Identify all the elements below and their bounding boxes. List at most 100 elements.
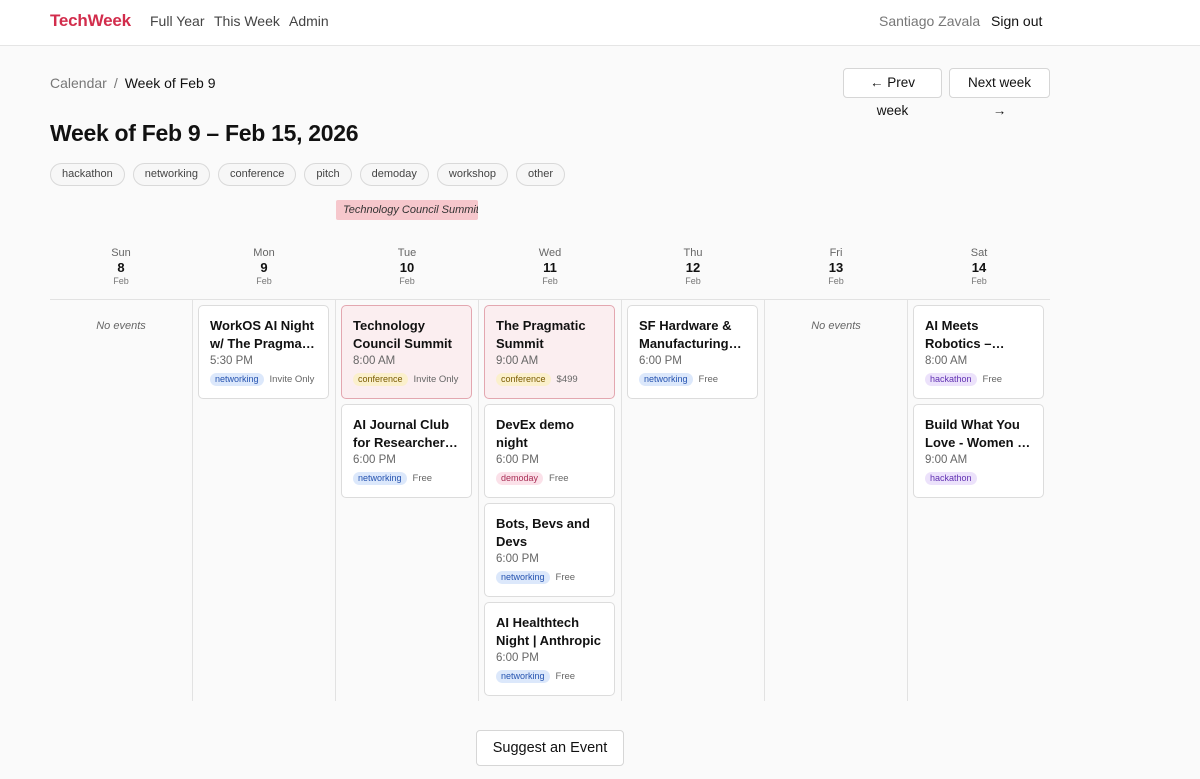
- event-meta: networking Invite Only: [210, 373, 317, 386]
- filter-chip-demoday[interactable]: demoday: [359, 163, 429, 186]
- event-time: 6:00 PM: [496, 454, 539, 466]
- day-header-sat: Sat 14 Feb: [908, 247, 1050, 286]
- event-meta: networking Free: [496, 670, 603, 683]
- event-title: DevEx demo night: [496, 417, 575, 450]
- day-number: 13: [828, 260, 844, 275]
- filter-chip-workshop[interactable]: workshop: [436, 163, 508, 186]
- day-of-week: Mon: [253, 247, 275, 259]
- nav-full-year[interactable]: Full Year: [150, 13, 204, 29]
- event-tag: conference: [496, 373, 551, 386]
- event-tag: hackathon: [925, 373, 977, 386]
- suggest-event-button[interactable]: Suggest an Event: [476, 730, 624, 766]
- event-tag: networking: [210, 373, 264, 386]
- filter-chip-other[interactable]: other: [516, 163, 566, 186]
- next-week-button[interactable]: Next week →: [949, 68, 1050, 118]
- event-tag: demoday: [496, 472, 544, 485]
- event-time: 5:30 PM: [210, 355, 253, 367]
- breadcrumb: Calendar / Week of Feb 9: [50, 75, 216, 91]
- day-number: 14: [971, 260, 987, 275]
- event-card[interactable]: AI Healthtech Night | Anthropic 6:00 PM …: [484, 602, 615, 696]
- event-meta: networking Free: [496, 571, 603, 584]
- event-time: 9:00 AM: [925, 454, 968, 466]
- filter-chip-hackathon[interactable]: hackathon: [50, 163, 125, 186]
- day-header-sun: Sun 8 Feb: [50, 247, 192, 286]
- column-divider: [335, 300, 336, 701]
- event-time: 8:00 AM: [925, 355, 968, 367]
- event-card[interactable]: AI Meets Robotics – Launch & Fund 8:00 A…: [913, 305, 1044, 399]
- event-time: 8:00 AM: [353, 355, 396, 367]
- day-header-wed: Wed 11 Feb: [479, 247, 621, 286]
- event-tag: networking: [496, 571, 550, 584]
- day-header-tue: Tue 10 Feb: [336, 247, 478, 286]
- breadcrumb-calendar[interactable]: Calendar: [50, 75, 107, 91]
- event-card[interactable]: DevEx demo night 6:00 PM demoday Free: [484, 404, 615, 498]
- page-title: Week of Feb 9 – Feb 15, 2026: [50, 120, 359, 146]
- day-header-fri: Fri 13 Feb: [765, 247, 907, 286]
- event-time: 6:00 PM: [496, 652, 539, 664]
- column-divider: [621, 300, 622, 701]
- event-title: Bots, Bevs and Devs: [496, 516, 590, 549]
- day-month: Feb: [113, 276, 129, 286]
- event-price: $499: [556, 374, 578, 385]
- event-time: 6:00 PM: [353, 454, 396, 466]
- event-meta: networking Free: [353, 472, 460, 485]
- filter-chip-pitch[interactable]: pitch: [304, 163, 352, 186]
- event-price: Free: [982, 374, 1003, 385]
- event-price: Free: [555, 671, 576, 682]
- event-card[interactable]: WorkOS AI Night w/ The Pragmatic Enginee…: [198, 305, 329, 399]
- event-title: Technology Council Summit: [353, 318, 452, 351]
- event-price: Invite Only: [413, 374, 459, 385]
- event-card-highlighted[interactable]: Technology Council Summit 8:00 AM confer…: [341, 305, 472, 399]
- event-card-highlighted[interactable]: The Pragmatic Summit 9:00 AM conference …: [484, 305, 615, 399]
- brand-logo[interactable]: TechWeek: [50, 11, 131, 31]
- day-month: Feb: [971, 276, 987, 286]
- breadcrumb-separator: /: [113, 75, 118, 91]
- event-title: WorkOS AI Night w/ The Pragmatic Enginee…: [210, 318, 317, 351]
- day-month: Feb: [542, 276, 558, 286]
- event-card[interactable]: AI Journal Club for Researchers & Engine…: [341, 404, 472, 498]
- day-of-week: Sat: [970, 247, 988, 259]
- day-header-mon: Mon 9 Feb: [193, 247, 335, 286]
- event-price: Invite Only: [269, 374, 315, 385]
- day-of-week: Wed: [538, 247, 562, 259]
- event-meta: conference $499: [496, 373, 603, 386]
- day-month: Feb: [685, 276, 701, 286]
- event-card[interactable]: SF Hardware & Manufacturing Meetup 6:00 …: [627, 305, 758, 399]
- day-header-thu: Thu 12 Feb: [622, 247, 764, 286]
- event-meta: networking Free: [639, 373, 746, 386]
- column-divider: [478, 300, 479, 701]
- event-meta: demoday Free: [496, 472, 603, 485]
- no-events-fri: No events: [811, 320, 861, 332]
- event-tag: networking: [496, 670, 550, 683]
- user-name: Santiago Zavala: [879, 13, 981, 29]
- filter-chip-networking[interactable]: networking: [132, 163, 210, 186]
- day-number: 8: [117, 260, 125, 275]
- day-month: Feb: [399, 276, 415, 286]
- filter-chip-conference[interactable]: conference: [217, 163, 297, 186]
- event-meta: hackathon: [925, 472, 1032, 485]
- multi-day-event-banner[interactable]: Technology Council Summit: [336, 200, 478, 220]
- sign-out-link[interactable]: Sign out: [991, 13, 1042, 29]
- day-number: 11: [543, 260, 557, 275]
- event-card[interactable]: Build What You Love - Women in AI 9:00 A…: [913, 404, 1044, 498]
- event-price: Free: [549, 473, 569, 484]
- event-tag: hackathon: [925, 472, 977, 485]
- breadcrumb-current: Week of Feb 9: [124, 75, 216, 91]
- event-title: AI Journal Club for Researchers & Engine…: [353, 417, 452, 450]
- filter-chips: hackathon networking conference pitch de…: [50, 163, 566, 186]
- nav-admin[interactable]: Admin: [289, 13, 329, 29]
- top-nav: TechWeek Full Year This Week Admin Santi…: [0, 0, 1200, 46]
- event-card[interactable]: Bots, Bevs and Devs 6:00 PM networking F…: [484, 503, 615, 597]
- column-divider: [192, 300, 193, 701]
- day-of-week: Thu: [683, 247, 703, 259]
- event-title: The Pragmatic Summit: [496, 318, 586, 351]
- column-divider: [764, 300, 765, 701]
- event-time: 9:00 AM: [496, 355, 539, 367]
- event-price: Free: [698, 374, 719, 385]
- event-title: SF Hardware & Manufacturing Meetup: [639, 318, 732, 351]
- event-price: Free: [555, 572, 576, 583]
- nav-this-week[interactable]: This Week: [214, 13, 280, 29]
- day-of-week: Tue: [397, 247, 417, 259]
- day-number: 12: [685, 260, 701, 275]
- prev-week-button[interactable]: ← Prev week: [843, 68, 942, 118]
